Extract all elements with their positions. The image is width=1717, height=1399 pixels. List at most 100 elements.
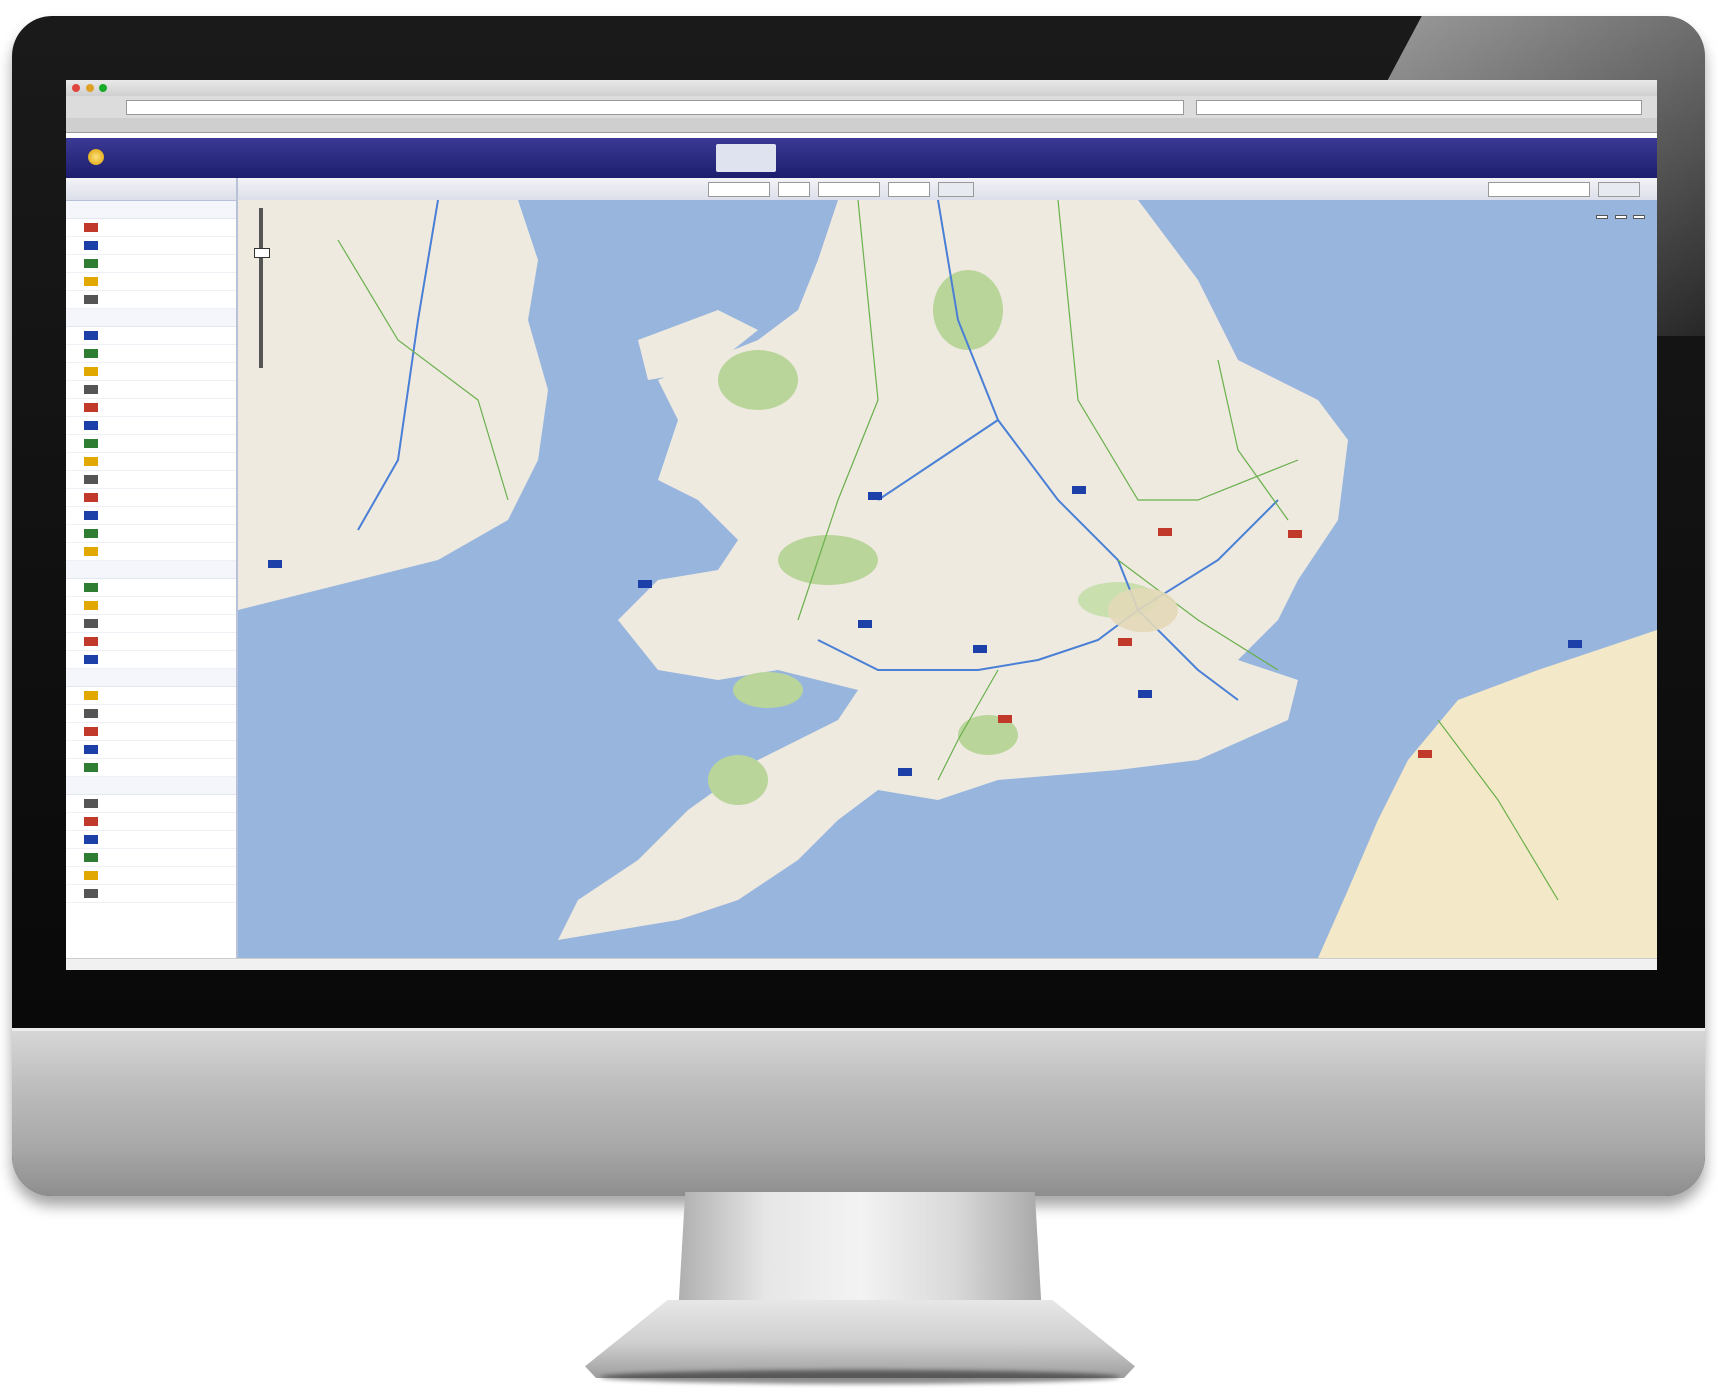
monitor-chin (12, 1028, 1705, 1196)
nav-tab-1[interactable] (716, 144, 776, 172)
sidebar-vehicle-item[interactable] (66, 435, 236, 453)
sidebar-vehicle-item[interactable] (66, 399, 236, 417)
nav-tab-8[interactable] (1115, 144, 1155, 172)
sidebar-group-header[interactable] (66, 561, 236, 579)
vehicle-icon (84, 654, 98, 664)
vehicle-icon (84, 222, 98, 232)
sidebar-vehicle-item[interactable] (66, 579, 236, 597)
nav-tab-7[interactable] (1055, 144, 1111, 172)
sidebar-vehicle-item[interactable] (66, 291, 236, 309)
time-from-field[interactable] (778, 182, 810, 197)
sidebar-vehicle-item[interactable] (66, 543, 236, 561)
map-search-button[interactable] (1598, 182, 1640, 197)
vehicle-marker (1288, 530, 1302, 538)
bookmarks-bar[interactable] (66, 118, 1657, 133)
map-type-map[interactable] (1596, 215, 1609, 219)
sidebar-toolbar[interactable] (66, 178, 236, 201)
sidebar-vehicle-item[interactable] (66, 597, 236, 615)
sidebar-vehicle-item[interactable] (66, 741, 236, 759)
vehicle-icon (84, 582, 98, 592)
sidebar-vehicle-item[interactable] (66, 813, 236, 831)
sidebar-vehicle-item[interactable] (66, 489, 236, 507)
sidebar-vehicle-item[interactable] (66, 507, 236, 525)
sidebar-group-header[interactable] (66, 777, 236, 795)
sidebar-vehicle-item[interactable] (66, 795, 236, 813)
vehicle-icon (84, 744, 98, 754)
map-type-satellite[interactable] (1614, 215, 1627, 219)
sidebar-vehicle-item[interactable] (66, 273, 236, 291)
sidebar-vehicle-item[interactable] (66, 219, 236, 237)
close-icon[interactable] (72, 84, 80, 92)
map-svg[interactable] (238, 200, 1657, 958)
vehicle-icon (84, 528, 98, 538)
nav-tab-5[interactable] (934, 144, 1000, 172)
nav-tab-4[interactable] (881, 144, 929, 172)
main-nav (716, 144, 1155, 172)
sidebar-vehicle-item[interactable] (66, 255, 236, 273)
sidebar-vehicle-item[interactable] (66, 417, 236, 435)
sidebar-vehicle-item[interactable] (66, 705, 236, 723)
vehicle-icon (84, 438, 98, 448)
sidebar-vehicle-item[interactable] (66, 651, 236, 669)
sidebar-vehicle-item[interactable] (66, 471, 236, 489)
vehicle-icon (84, 294, 98, 304)
map-type-switcher (1594, 206, 1645, 224)
zoom-handle[interactable] (254, 248, 270, 258)
vehicle-icon (84, 726, 98, 736)
sidebar-vehicle-item[interactable] (66, 723, 236, 741)
vehicle-icon (84, 888, 98, 898)
sidebar-vehicle-item[interactable] (66, 885, 236, 903)
park-brecon (778, 535, 878, 585)
map-search-input[interactable] (1488, 182, 1590, 197)
sidebar-vehicle-item[interactable] (66, 615, 236, 633)
vehicle-icon (84, 870, 98, 880)
vehicle-icon (84, 366, 98, 376)
nav-tab-3[interactable] (821, 144, 877, 172)
sidebar-group-header[interactable] (66, 669, 236, 687)
park-snowdonia (718, 350, 798, 410)
sidebar-group-header[interactable] (66, 201, 236, 219)
maximize-icon[interactable] (99, 84, 108, 92)
vehicle-icon (84, 402, 98, 412)
london-urban-area (1108, 588, 1178, 632)
vehicle-icon (84, 420, 98, 430)
sidebar-vehicle-item[interactable] (66, 327, 236, 345)
sidebar-vehicle-item[interactable] (66, 759, 236, 777)
address-bar[interactable] (126, 100, 1184, 115)
browser-search-field[interactable] (1196, 100, 1642, 115)
sidebar-vehicle-item[interactable] (66, 687, 236, 705)
vehicle-icon (84, 276, 98, 286)
map-canvas[interactable] (238, 200, 1657, 958)
vehicle-icon (84, 348, 98, 358)
page-footer (66, 958, 1657, 970)
go-button[interactable] (938, 182, 974, 197)
park-dartmoor (708, 755, 768, 805)
vehicle-icon (84, 690, 98, 700)
sidebar-vehicle-item[interactable] (66, 867, 236, 885)
sidebar-group-header[interactable] (66, 309, 236, 327)
vehicle-icon (84, 708, 98, 718)
window-controls (72, 84, 110, 94)
vehicle-icon (84, 330, 98, 340)
zoom-slider[interactable] (254, 208, 270, 368)
sidebar-vehicle-item[interactable] (66, 849, 236, 867)
browser-toolbar (66, 96, 1657, 119)
app-logo[interactable] (88, 148, 110, 166)
sidebar-vehicle-item[interactable] (66, 381, 236, 399)
sidebar-vehicle-item[interactable] (66, 831, 236, 849)
vehicle-marker (898, 768, 912, 776)
vehicle-marker (868, 492, 882, 500)
sidebar-vehicle-item[interactable] (66, 453, 236, 471)
minimize-icon[interactable] (85, 84, 94, 92)
sidebar-vehicle-item[interactable] (66, 525, 236, 543)
date-to-field[interactable] (818, 182, 880, 197)
date-from-field[interactable] (708, 182, 770, 197)
nav-tab-2[interactable] (780, 144, 816, 172)
sidebar-vehicle-item[interactable] (66, 363, 236, 381)
time-to-field[interactable] (888, 182, 930, 197)
sidebar-vehicle-item[interactable] (66, 633, 236, 651)
sidebar-vehicle-item[interactable] (66, 237, 236, 255)
nav-tab-6[interactable] (1004, 144, 1050, 172)
map-type-hybrid[interactable] (1633, 215, 1645, 219)
sidebar-vehicle-item[interactable] (66, 345, 236, 363)
